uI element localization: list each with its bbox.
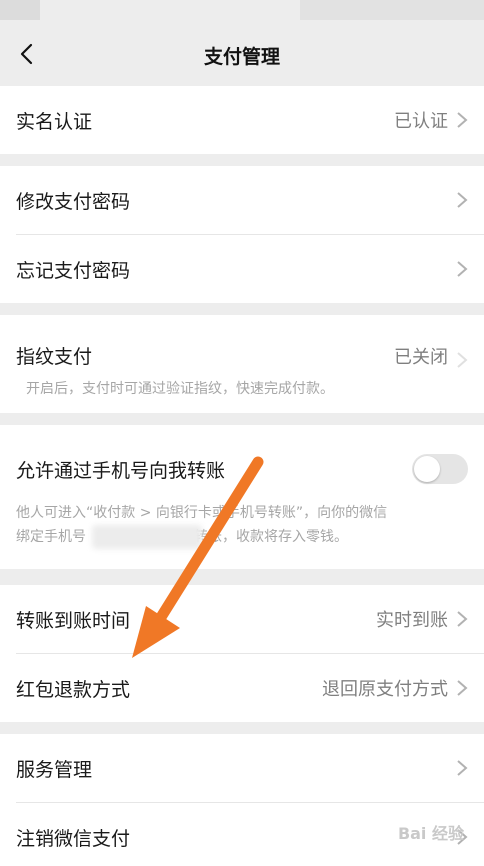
- fingerprint-description: 开启后，支付时可通过验证指纹，快速完成付款。: [26, 381, 334, 397]
- fingerprint-value: 已关闭: [394, 347, 448, 368]
- row-red-packet-refund[interactable]: 红包退款方式 退回原支付方式: [0, 654, 484, 722]
- transfer-time-label: 转账到账时间: [16, 609, 131, 632]
- chevron-right-icon: [457, 352, 468, 368]
- change-password-label: 修改支付密码: [16, 190, 131, 213]
- chevron-right-icon: [457, 611, 468, 627]
- row-identity[interactable]: 实名认证 已认证: [0, 86, 484, 154]
- group-transfer-settings: 转账到账时间 实时到账 红包退款方式 退回原支付方式: [0, 585, 484, 722]
- group-password: 修改支付密码 忘记支付密码: [0, 166, 484, 303]
- identity-label: 实名认证: [16, 110, 93, 133]
- row-service-mgmt[interactable]: 服务管理: [0, 734, 484, 802]
- watermark: Bai 经验: [397, 824, 464, 843]
- fingerprint-label: 指纹支付: [16, 346, 93, 368]
- row-phone-transfer: 允许通过手机号向我转账: [0, 425, 484, 501]
- red-packet-refund-value: 退回原支付方式: [322, 679, 448, 700]
- service-mgmt-label: 服务管理: [16, 758, 93, 781]
- cancel-pay-label: 注销微信支付: [16, 827, 131, 850]
- group-fingerprint: 指纹支付 已关闭 开启后，支付时可通过验证指纹，快速完成付款。: [0, 315, 484, 413]
- red-packet-refund-label: 红包退款方式: [16, 678, 131, 701]
- group-identity: 实名认证 已认证: [0, 86, 484, 154]
- row-transfer-time[interactable]: 转账到账时间 实时到账: [0, 585, 484, 653]
- chevron-right-icon: [457, 680, 468, 696]
- status-blur-left: [0, 0, 40, 20]
- transfer-time-value: 实时到账: [376, 610, 448, 631]
- status-bar: [0, 0, 484, 24]
- row-change-password[interactable]: 修改支付密码: [0, 166, 484, 234]
- back-arrow-icon[interactable]: [16, 42, 40, 66]
- redacted-phone-blur: [92, 525, 202, 549]
- phone-transfer-desc-line2-b: 转账，收款将存入零钱。: [194, 529, 348, 545]
- status-blur-right: [300, 0, 484, 20]
- nav-bar: 支付管理: [0, 24, 484, 86]
- phone-transfer-desc-line2: 绑定手机号 转账，收款将存入零钱。: [16, 525, 468, 549]
- chevron-right-icon: [457, 112, 468, 128]
- forgot-password-label: 忘记支付密码: [16, 259, 131, 282]
- phone-transfer-description: 他人可进入“收付款 > 向银行卡或手机号转账”，向你的微信 绑定手机号 转账，收款…: [0, 501, 484, 569]
- page-title: 支付管理: [203, 45, 280, 68]
- phone-transfer-label: 允许通过手机号向我转账: [16, 459, 226, 482]
- chevron-right-icon: [457, 261, 468, 277]
- group-phone-transfer: 允许通过手机号向我转账 他人可进入“收付款 > 向银行卡或手机号转账”，向你的微…: [0, 425, 484, 569]
- phone-transfer-desc-line1: 他人可进入“收付款 > 向银行卡或手机号转账”，向你的微信: [16, 505, 388, 521]
- row-fingerprint[interactable]: 指纹支付 已关闭: [0, 315, 484, 377]
- identity-value: 已认证: [394, 111, 448, 132]
- group-service: 服务管理 注销微信支付: [0, 734, 484, 866]
- chevron-right-icon: [457, 192, 468, 208]
- phone-transfer-desc-line2-a: 绑定手机号: [16, 529, 86, 545]
- toggle-knob: [414, 456, 440, 482]
- chevron-right-icon: [457, 760, 468, 776]
- row-forgot-password[interactable]: 忘记支付密码: [0, 235, 484, 303]
- phone-transfer-toggle[interactable]: [412, 454, 468, 484]
